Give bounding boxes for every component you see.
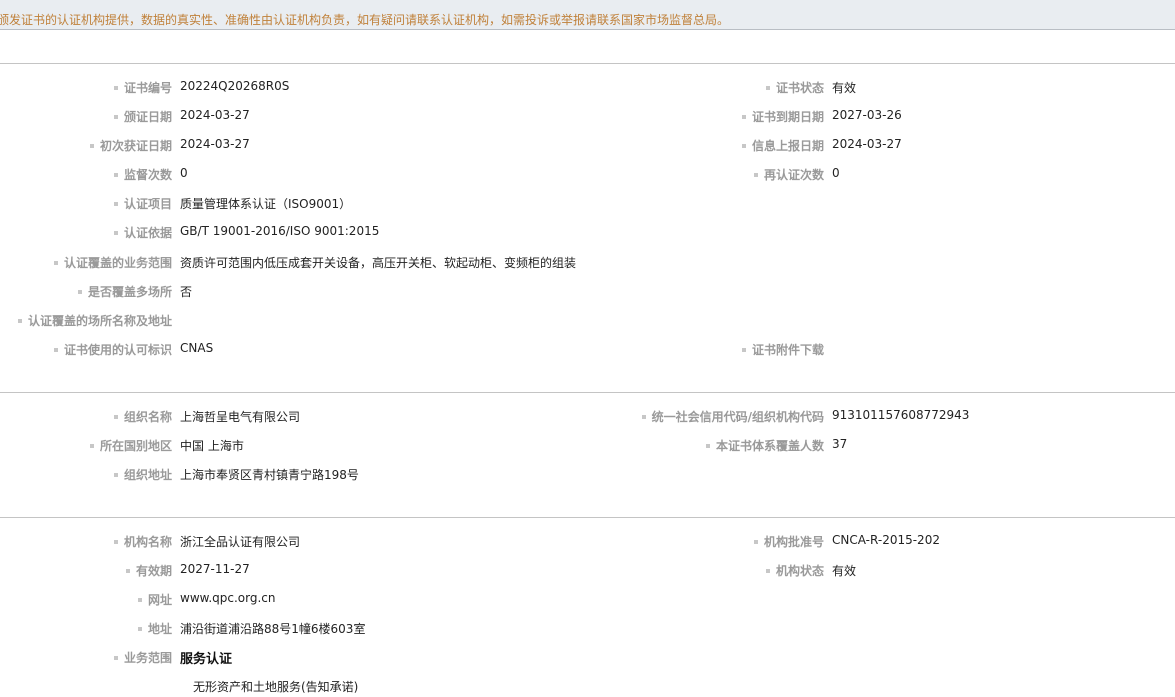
org-name-label: 组织名称 [114, 408, 172, 425]
website-value: www.qpc.org.cn [180, 591, 276, 605]
valid-until-value: 2027-11-27 [180, 562, 250, 576]
cert-no-label: 证书编号 [114, 79, 172, 96]
agency-status-value: 有效 [832, 564, 857, 578]
credit-code-value: 913101157608772943 [832, 408, 970, 422]
approval-no-label: 机构批准号 [754, 533, 824, 550]
project-label: 认证项目 [114, 195, 172, 212]
issue-date-label: 颁证日期 [114, 108, 172, 125]
issue-date-value: 2024-03-27 [180, 108, 250, 122]
section-divider [0, 63, 1175, 64]
section-divider [0, 392, 1175, 393]
accreditation-value: CNAS [180, 341, 214, 355]
agency-name-label: 机构名称 [114, 533, 172, 550]
notice-bar: 颁发证书的认证机构提供，数据的真实性、准确性由认证机构负责，如有疑问请联系认证机… [0, 0, 1175, 30]
sites-label: 认证覆盖的场所名称及地址 [18, 312, 172, 329]
headcount-label: 本证书体系覆盖人数 [706, 437, 824, 454]
cert-no-value: 20224Q20268R0S [180, 79, 290, 93]
report-date-label: 信息上报日期 [742, 137, 824, 154]
agency-address-label: 地址 [138, 620, 172, 637]
section-divider [0, 517, 1175, 518]
org-address-value: 上海市奉贤区青村镇青宁路198号 [180, 468, 359, 482]
website-label: 网址 [138, 591, 172, 608]
multi-site-label: 是否覆盖多场所 [78, 283, 172, 300]
supervision-label: 监督次数 [114, 166, 172, 183]
project-value: 质量管理体系认证（ISO9001） [180, 197, 352, 211]
expiry-date-label: 证书到期日期 [742, 108, 824, 125]
scope-label: 认证覆盖的业务范围 [54, 254, 172, 271]
approval-no-value: CNCA-R-2015-202 [832, 533, 940, 547]
multi-site-value: 否 [180, 285, 193, 299]
headcount-value: 37 [832, 437, 848, 451]
credit-code-label: 统一社会信用代码/组织机构代码 [642, 408, 824, 425]
scope-value: 资质许可范围内低压成套开关设备，高压开关柜、软起动柜、变频柜的组装 [180, 256, 577, 270]
agency-address-value: 浦沿街道浦沿路88号1幢6楼603室 [180, 622, 366, 636]
cert-status-value: 有效 [832, 81, 857, 95]
agency-name-value: 浙江全品认证有限公司 [180, 535, 301, 549]
agency-status-label: 机构状态 [766, 562, 824, 579]
cert-status-label: 证书状态 [766, 79, 824, 96]
first-date-value: 2024-03-27 [180, 137, 250, 151]
recert-value: 0 [832, 166, 840, 180]
basis-value: GB/T 19001-2016/ISO 9001:2015 [180, 224, 380, 238]
notice-text: 颁发证书的认证机构提供，数据的真实性、准确性由认证机构负责，如有疑问请联系认证机… [0, 13, 730, 27]
first-date-label: 初次获证日期 [90, 137, 172, 154]
supervision-value: 0 [180, 166, 188, 180]
accreditation-label: 证书使用的认可标识 [54, 341, 172, 358]
business-scope-item: 无形资产和土地服务(告知承诺) [193, 680, 359, 694]
region-value: 中国 上海市 [180, 439, 244, 453]
recert-label: 再认证次数 [754, 166, 824, 183]
expiry-date-value: 2027-03-26 [832, 108, 902, 122]
org-name-value: 上海哲呈电气有限公司 [180, 410, 301, 424]
region-label: 所在国别地区 [90, 437, 172, 454]
business-scope-label: 业务范围 [114, 649, 172, 666]
valid-until-label: 有效期 [126, 562, 172, 579]
org-address-label: 组织地址 [114, 466, 172, 483]
business-scope-title: 服务认证 [180, 652, 233, 667]
attachment-download-link[interactable]: 证书附件下载 [742, 341, 824, 358]
basis-label: 认证依据 [114, 224, 172, 241]
report-date-value: 2024-03-27 [832, 137, 902, 151]
